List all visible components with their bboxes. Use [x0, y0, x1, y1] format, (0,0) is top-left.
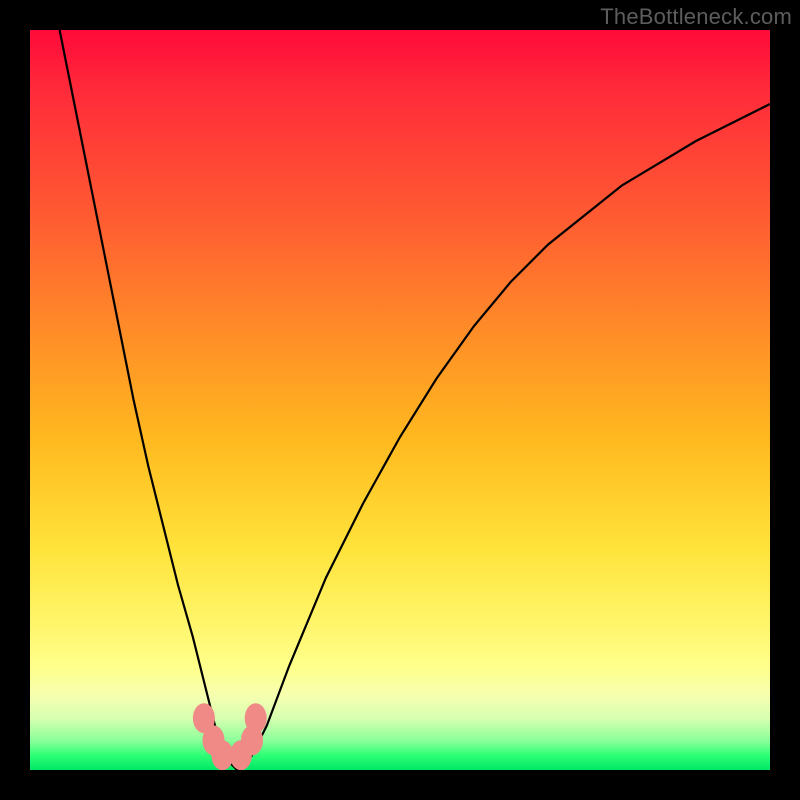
curve-marker — [245, 703, 267, 733]
watermark-text: TheBottleneck.com — [600, 4, 792, 30]
bottleneck-curve — [30, 30, 770, 770]
chart-frame: TheBottleneck.com — [0, 0, 800, 800]
plot-area — [30, 30, 770, 770]
